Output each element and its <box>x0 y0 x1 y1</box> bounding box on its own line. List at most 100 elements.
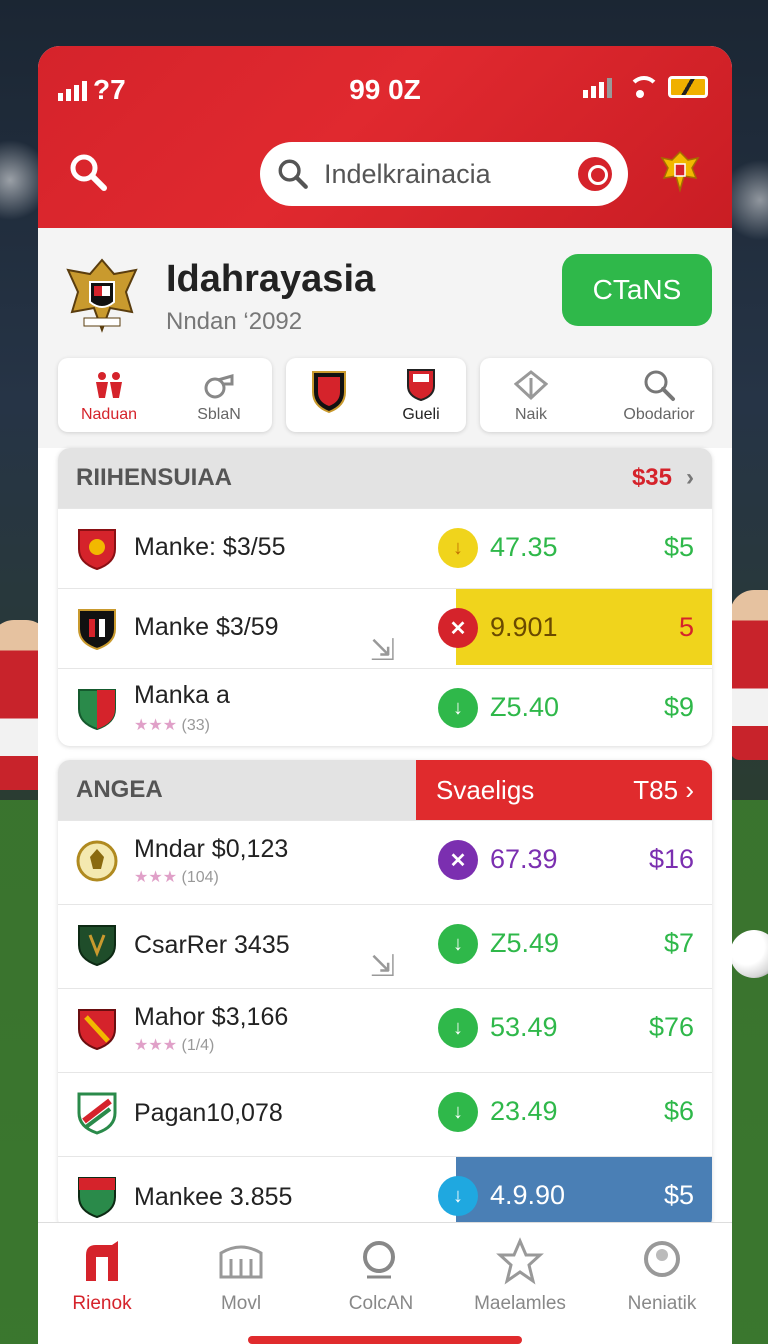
people-icon <box>96 372 122 398</box>
arrow-down-icon: ↓ <box>438 1176 478 1216</box>
home-indicator[interactable] <box>248 1336 522 1344</box>
flag-crest-icon <box>407 369 435 402</box>
list-item[interactable]: Mahor $3,166 ★★★ (1/4) ↓ 53.49 $76 <box>58 988 712 1072</box>
team-crest-icon <box>78 1009 116 1051</box>
team-crest-icon <box>78 689 116 731</box>
item-value: Z5.49 <box>490 928 560 958</box>
bottom-tab-bar: Rienok Movl ColcAN Maelamles Neniatik <box>38 1222 732 1344</box>
profile-subtitle: Nndan ‘2092 <box>166 308 303 335</box>
list-item[interactable]: Manke $3/59 ✕ 9.901 5 ⇲ <box>58 588 712 668</box>
national-crest-icon <box>66 258 138 333</box>
item-value: 9.901 <box>490 612 558 642</box>
list-item[interactable]: Manka a ★★★ (33) ↓ Z5.40 $9 <box>58 668 712 746</box>
tab-rienok[interactable]: Rienok <box>42 1237 162 1315</box>
swap-icon: ⇲ <box>370 634 396 667</box>
item-price: $7 <box>663 928 694 958</box>
category-label: Obodarior <box>623 406 695 423</box>
team-crest-icon <box>78 925 116 967</box>
rating-count: (104) <box>181 869 219 886</box>
team-crest-icon <box>78 1177 116 1219</box>
list-item[interactable]: Pagan10,078 ↓ 23.49 $6 <box>58 1072 712 1156</box>
player-right <box>730 590 768 760</box>
category-label: SblaN <box>197 406 241 423</box>
stadium-icon <box>219 1245 263 1279</box>
arrow-down-icon: ↓ <box>438 1008 478 1048</box>
search-icon <box>363 1241 395 1279</box>
search-icon[interactable] <box>68 152 108 192</box>
rating-count: (1/4) <box>181 1037 215 1054</box>
item-title: Mankee 3.855 <box>134 1183 293 1211</box>
category-bar: Naduan SblaN Gueli Naik Obodarior <box>38 358 732 448</box>
location-icon[interactable] <box>578 157 612 191</box>
category-naduan[interactable]: Naduan <box>64 364 154 424</box>
item-price: $5 <box>663 1180 694 1210</box>
whistle-icon <box>204 374 234 399</box>
list-item[interactable]: CsarRer 3435 ↓ Z5.49 $7 ⇲ <box>58 904 712 988</box>
item-price: $6 <box>663 1096 694 1126</box>
promo-count-value: T85 <box>633 775 679 805</box>
category-label: Gueli <box>402 406 440 423</box>
battery-icon <box>668 76 708 98</box>
tab-movl[interactable]: Movl <box>181 1237 301 1315</box>
tab-colcan[interactable]: ColcAN <box>321 1237 441 1315</box>
item-title: Pagan10,078 <box>134 1099 283 1127</box>
category-sblan[interactable]: SblaN <box>174 364 264 424</box>
category-naik[interactable]: Naik <box>486 364 576 424</box>
category-club[interactable] <box>284 364 374 418</box>
market-section-2: ANGEA Svaeligs T85 › Mndar $0,123 ★★★ (1… <box>58 760 712 1230</box>
item-price: $16 <box>648 844 694 874</box>
status-right <box>583 76 708 98</box>
search-placeholder: Indelkrainacia <box>324 158 491 189</box>
list-item[interactable]: Mndar $0,123 ★★★ (104) ✕ 67.39 $16 <box>58 820 712 904</box>
app-header: ?7 99 0Z Indelkrainacia <box>38 46 732 228</box>
search-input[interactable]: Indelkrainacia <box>260 142 628 206</box>
tab-label: Rienok <box>72 1293 132 1314</box>
category-obodarior[interactable]: Obodarior <box>614 364 704 424</box>
status-bar: ?7 99 0Z <box>38 72 732 106</box>
cellular-icon <box>583 76 612 98</box>
item-price: $76 <box>648 1012 694 1042</box>
star-icon: ★★★ <box>134 869 178 886</box>
item-title: Manka a <box>134 681 230 709</box>
category-label: Naik <box>514 406 547 423</box>
wifi-icon <box>626 76 660 98</box>
primary-action-button[interactable]: CTaNS <box>562 254 712 326</box>
team-crest-icon <box>78 609 116 651</box>
home-icon <box>86 1241 118 1281</box>
chevron-right-icon: › <box>686 464 694 491</box>
garuda-crest-icon[interactable] <box>660 150 700 194</box>
tab-maelamles[interactable]: Maelamles <box>460 1237 580 1315</box>
rating-stars: ★★★ (104) <box>134 867 219 887</box>
tab-neniatik[interactable]: Neniatik <box>602 1237 722 1315</box>
arrow-down-icon: ↓ <box>438 1092 478 1132</box>
category-gueli[interactable]: Gueli <box>376 364 466 424</box>
search-icon <box>644 370 675 401</box>
item-value: Z5.40 <box>490 692 560 722</box>
arrow-down-icon: ↓ <box>438 924 478 964</box>
item-value: 4.9.90 <box>490 1180 566 1210</box>
tab-label: Neniatik <box>627 1293 697 1314</box>
item-title: Mahor $3,166 <box>134 1003 289 1031</box>
profile-card: Idahrayasia Nndan ‘2092 CTaNS <box>38 228 732 358</box>
section-header[interactable]: RIIHENSUIAA $35 › <box>58 448 712 508</box>
item-title: CsarRer 3435 <box>134 931 290 959</box>
section-title: RIIHENSUIAA <box>76 464 233 491</box>
tab-label: ColcAN <box>348 1293 414 1314</box>
section-title: ANGEA <box>76 776 163 803</box>
search-field-icon <box>278 159 308 189</box>
section-total-value: $35 <box>631 464 672 491</box>
item-value: 67.39 <box>490 844 558 874</box>
star-icon: ★★★ <box>134 1037 178 1054</box>
team-crest-icon <box>78 529 116 571</box>
swap-icon: ⇲ <box>370 950 396 983</box>
promo-banner[interactable]: Svaeligs T85 › <box>416 760 712 820</box>
list-item[interactable]: Mankee 3.855 ↓ 4.9.90 $5 <box>58 1156 712 1230</box>
market-section-1: RIIHENSUIAA $35 › Manke: $3/55 ↓ 47.35 $5… <box>58 448 712 746</box>
item-value: 23.49 <box>490 1096 558 1126</box>
tab-label: Movl <box>220 1293 262 1314</box>
chevron-right-icon: › <box>685 775 694 805</box>
list-item[interactable]: Manke: $3/55 ↓ 47.35 $5 <box>58 508 712 588</box>
item-price: $9 <box>663 692 694 722</box>
team-crest-icon <box>76 840 118 882</box>
item-title: Mndar $0,123 <box>134 835 289 863</box>
